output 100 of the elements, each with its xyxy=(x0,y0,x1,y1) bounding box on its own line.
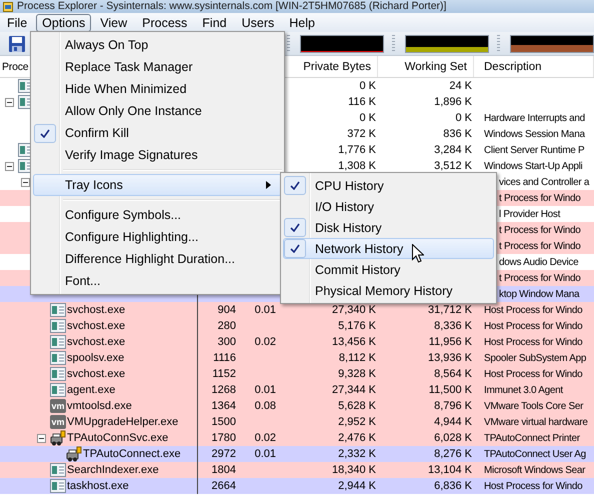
menu-item[interactable]: I/O History xyxy=(283,196,494,217)
private-bytes-cell: 27,344 K xyxy=(332,384,376,396)
process-name: svchost.exe xyxy=(67,368,126,380)
working-set-cell: 8,796 K xyxy=(434,400,472,412)
menu-item[interactable]: Help xyxy=(283,14,321,32)
process-name: TPAutoConnect.exe xyxy=(83,448,181,460)
pid-cell: 1804 xyxy=(212,464,236,476)
menu-item[interactable]: Options xyxy=(36,14,92,32)
cpu-cell: 0.02 xyxy=(254,432,276,444)
menu-item[interactable]: CPU History xyxy=(283,175,494,196)
working-set-cell: 4,944 K xyxy=(434,416,472,428)
private-bytes-cell: 2,944 K xyxy=(338,480,376,492)
mouse-pointer-icon xyxy=(412,244,424,263)
logo-icon: vm xyxy=(50,399,66,413)
working-set-cell: 8,276 K xyxy=(434,448,472,460)
menu-item[interactable]: Configure Symbols... xyxy=(33,204,282,226)
private-bytes-cell: 9,328 K xyxy=(338,368,376,380)
menu-item[interactable]: Confirm Kill xyxy=(33,122,282,144)
working-set-cell: 11,956 K xyxy=(428,336,472,348)
program-icon xyxy=(50,303,66,317)
private-bytes-cell: 0 K xyxy=(359,80,376,92)
menu-item[interactable]: Process xyxy=(136,14,194,32)
collapse-icon[interactable] xyxy=(37,434,46,442)
private-bytes-cell: 8,112 K xyxy=(338,352,376,364)
process-name: svchost.exe xyxy=(67,304,126,316)
column-header[interactable]: Description xyxy=(474,56,594,77)
menu-item[interactable]: Hide When Minimized xyxy=(33,78,282,100)
description-cell: Host Process for Windo xyxy=(484,304,582,316)
pid-cell: 2664 xyxy=(212,480,236,492)
description-cell: l Provider Host xyxy=(499,208,560,220)
menu-item[interactable]: Allow Only One Instance xyxy=(33,100,282,122)
description-cell: Hardware Interrupts and xyxy=(484,112,585,124)
app-icon xyxy=(3,2,13,12)
pid-cell: 2972 xyxy=(212,448,236,460)
menu-item[interactable]: Users xyxy=(236,14,280,32)
process-name: taskhost.exe xyxy=(67,480,129,492)
column-header[interactable]: Working Set xyxy=(378,56,474,77)
working-set-cell: 8,336 K xyxy=(434,320,472,332)
collapse-icon[interactable] xyxy=(5,162,14,170)
description-cell: t Process for Windo xyxy=(499,224,581,236)
working-set-cell: 13,104 K xyxy=(428,464,472,476)
printer-icon xyxy=(50,430,66,446)
working-set-cell: 13,936 K xyxy=(428,352,472,364)
pid-cell: 904 xyxy=(218,304,236,316)
process-name: TPAutoConnSvc.exe xyxy=(67,432,168,444)
submenu-arrow-icon xyxy=(266,181,271,189)
collapse-icon[interactable] xyxy=(5,98,14,106)
menu-item[interactable]: File xyxy=(1,14,34,32)
description-cell: Host Process for Windo xyxy=(484,368,582,380)
description-cell: Windows Start-Up Appli xyxy=(484,160,582,172)
description-cell: Host Process for Windo xyxy=(484,320,582,332)
private-bytes-cell: 5,628 K xyxy=(338,400,376,412)
cpu-cell: 0.01 xyxy=(254,304,276,316)
working-set-cell: 31,712 K xyxy=(428,304,472,316)
working-set-cell: 24 K xyxy=(449,80,472,92)
menu-item[interactable]: Network History xyxy=(283,238,494,259)
pid-cell: 280 xyxy=(218,320,236,332)
menu-item[interactable]: Verify Image Signatures xyxy=(33,144,282,166)
pid-cell: 1268 xyxy=(212,384,236,396)
working-set-cell: 8,564 K xyxy=(434,368,472,380)
working-set-cell: 3,284 K xyxy=(434,144,472,156)
description-cell: t Process for Windo xyxy=(499,240,581,252)
working-set-cell: 0 K xyxy=(455,112,472,124)
private-bytes-cell: 116 K xyxy=(348,96,376,108)
process-name: SearchIndexer.exe xyxy=(67,464,159,476)
description-cell: Windows Session Mana xyxy=(484,128,585,140)
description-cell: vices and Controller a xyxy=(499,176,590,188)
pid-cell: 1500 xyxy=(212,416,236,428)
private-bytes-cell: 5,176 K xyxy=(338,320,376,332)
collapse-icon[interactable] xyxy=(21,178,30,186)
process-name: svchost.exe xyxy=(67,336,126,348)
private-bytes-cell: 13,456 K xyxy=(332,336,376,348)
process-name: svchost.exe xyxy=(67,320,126,332)
description-cell: Client Server Runtime P xyxy=(484,144,584,156)
menu-item[interactable]: Disk History xyxy=(283,217,494,238)
description-cell: t Process for Windo xyxy=(499,192,581,204)
menu-item[interactable]: Difference Highlight Duration... xyxy=(33,248,282,270)
description-cell: Host Process for Windo xyxy=(484,480,582,492)
cpu-cell: 0.08 xyxy=(254,400,276,412)
description-cell: TPAutoConnect Printer xyxy=(484,432,580,444)
working-set-cell: 11,500 K xyxy=(428,384,472,396)
save-icon xyxy=(8,34,26,52)
menu-item[interactable]: View xyxy=(94,14,134,32)
pid-cell: 1780 xyxy=(212,432,236,444)
cpu-cell: 0.01 xyxy=(254,448,276,460)
private-bytes-cell: 1,776 K xyxy=(338,144,376,156)
working-set-cell: 6,836 K xyxy=(434,480,472,492)
menu-item[interactable]: Find xyxy=(196,14,233,32)
private-bytes-cell: 2,332 K xyxy=(338,448,376,460)
menu-item[interactable]: Configure Highlighting... xyxy=(33,226,282,248)
program-icon xyxy=(50,463,66,477)
menu-item[interactable]: Commit History xyxy=(283,259,494,280)
private-bytes-cell: 18,340 K xyxy=(332,464,376,476)
working-set-cell: 6,028 K xyxy=(434,432,472,444)
description-cell: TPAutoConnect User Ag xyxy=(484,448,586,460)
menu-item[interactable]: Tray Icons xyxy=(33,174,282,196)
menu-item[interactable]: Font... xyxy=(33,270,282,292)
menu-item[interactable]: Physical Memory History xyxy=(283,280,494,301)
private-bytes-cell: 0 K xyxy=(359,112,376,124)
description-cell: Spooler SubSystem App xyxy=(484,352,586,364)
